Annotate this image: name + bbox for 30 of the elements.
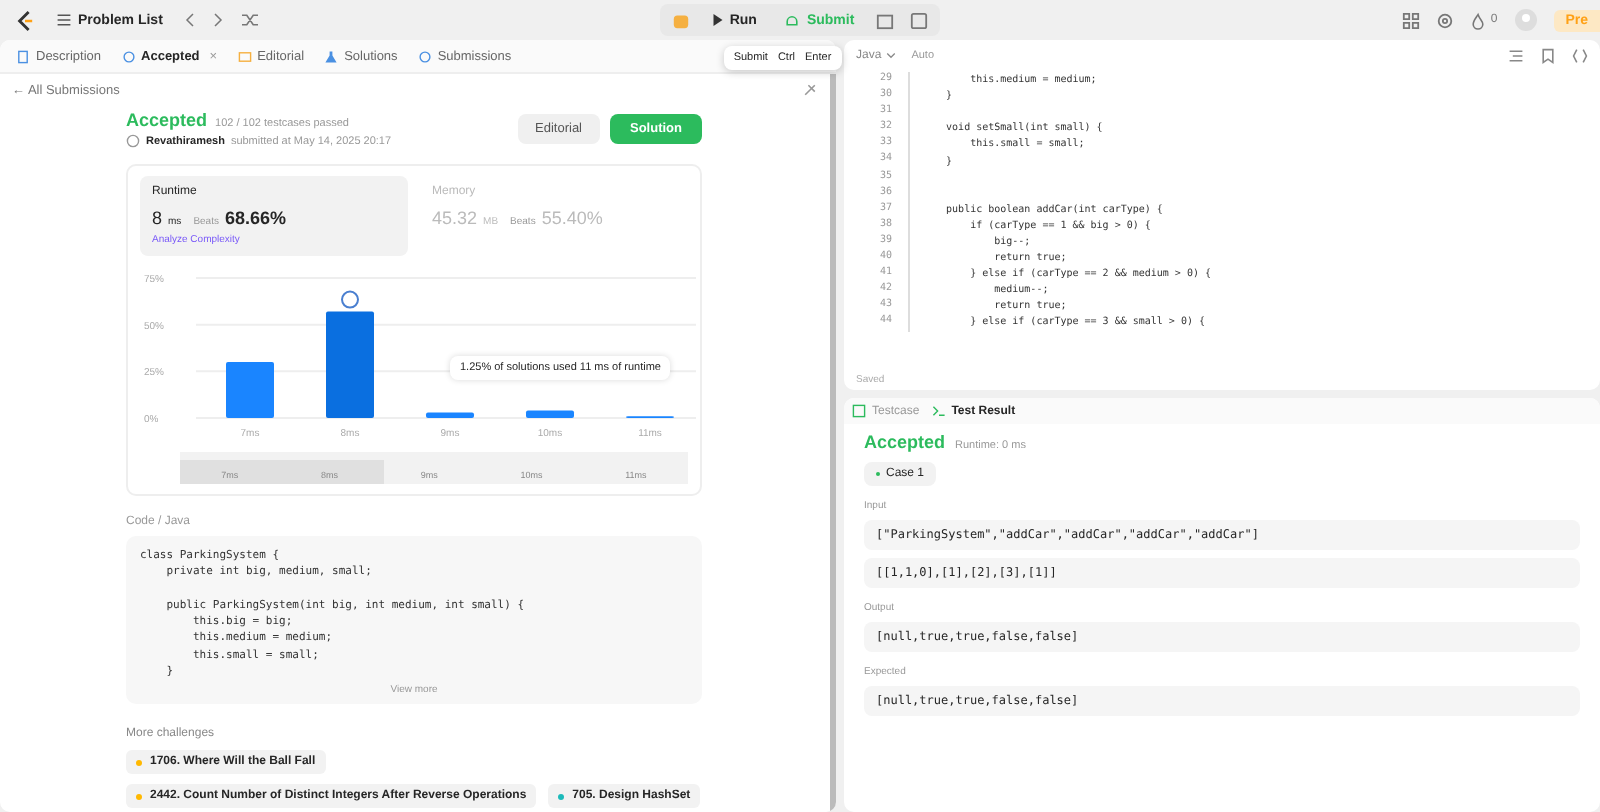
avatar-marker-icon — [341, 290, 359, 309]
result-status: Accepted — [864, 432, 946, 452]
chart-bar[interactable] — [426, 412, 474, 418]
chart-bar[interactable] — [526, 410, 574, 418]
settings-icon[interactable] — [1436, 11, 1455, 29]
note-icon[interactable] — [910, 11, 929, 29]
tab-icon — [16, 49, 30, 63]
grid-icon[interactable] — [1402, 11, 1421, 29]
status-text: Accepted — [126, 110, 208, 130]
bookmark-icon[interactable] — [1540, 48, 1556, 64]
format-icon[interactable] — [1508, 48, 1524, 64]
shuffle-icon[interactable] — [240, 12, 261, 28]
stat-value: 8 — [152, 208, 163, 228]
tab-icon — [324, 49, 339, 63]
tab-icon — [852, 404, 866, 418]
chevron-left-icon[interactable] — [184, 12, 197, 28]
beats-percent: 68.66% — [224, 208, 287, 228]
tab-icon — [237, 49, 252, 63]
list-icon — [56, 12, 72, 28]
user-icon — [126, 134, 140, 148]
beats-percent: 55.40% — [541, 208, 603, 228]
chevron-right-icon[interactable] — [212, 12, 225, 28]
code-braces-icon[interactable] — [1572, 48, 1588, 64]
tab-icon — [417, 49, 432, 63]
chevron-down-icon[interactable] — [885, 52, 896, 60]
stat-value: 45.32 — [432, 208, 478, 228]
logo-icon[interactable] — [16, 9, 34, 31]
tab-icon — [121, 49, 136, 63]
tab-icon — [931, 404, 946, 418]
play-icon — [711, 14, 724, 26]
